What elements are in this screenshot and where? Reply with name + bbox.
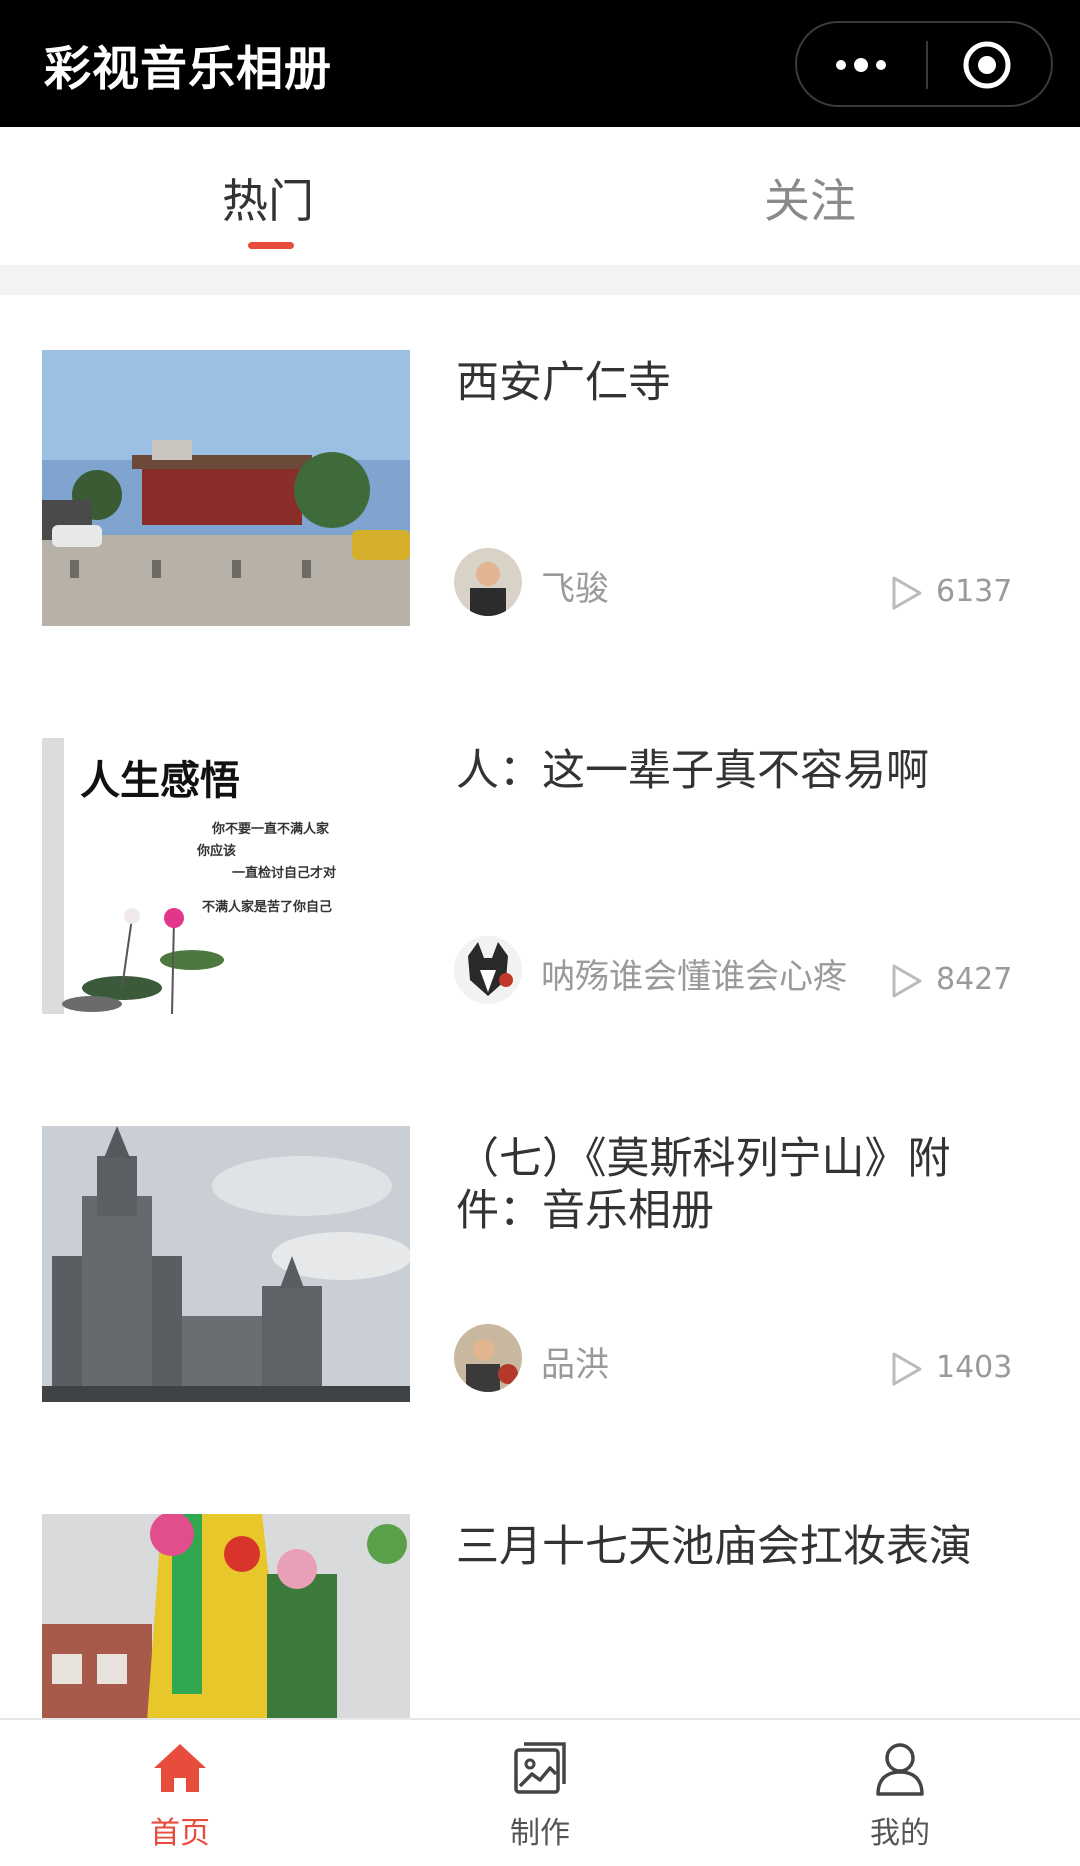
nav-create[interactable]: 制作 xyxy=(440,1720,640,1866)
author-name[interactable]: 呐殇谁会懂谁会心疼 xyxy=(541,949,847,998)
album-thumbnail[interactable] xyxy=(42,1514,410,1720)
author-name[interactable]: 品洪 xyxy=(541,1337,609,1386)
album-title[interactable]: （七）《莫斯科列宁山》附件：音乐相册 xyxy=(456,1133,1016,1237)
album-title[interactable]: 人：这一辈子真不容易啊 xyxy=(456,745,1016,797)
author-name[interactable]: 飞骏 xyxy=(541,561,609,610)
author-avatar[interactable] xyxy=(454,548,522,616)
user-icon xyxy=(876,1743,924,1796)
album-thumbnail[interactable] xyxy=(42,1126,410,1402)
play-count-icon xyxy=(892,964,922,998)
thumbnail-line: 你应该 xyxy=(197,844,237,859)
more-icon[interactable] xyxy=(831,51,891,79)
nav-me-label: 我的 xyxy=(870,1816,930,1851)
active-tab-indicator xyxy=(248,242,294,249)
album-card[interactable]: 西安广仁寺 飞骏 6137 xyxy=(0,295,1080,683)
album-feed[interactable]: 西安广仁寺 飞骏 6137 人生感悟 你不要一直不满人家 你应该 一直检讨自己才… xyxy=(0,295,1080,1720)
play-count: 8427 xyxy=(936,962,1013,997)
album-card[interactable]: 人生感悟 你不要一直不满人家 你应该 一直检讨自己才对 不满人家是苦了你自己 人… xyxy=(0,683,1080,1071)
tab-hot[interactable]: 热门 xyxy=(198,165,338,231)
author-avatar[interactable] xyxy=(454,936,522,1004)
album-card[interactable]: 三月十七天池庙会扛妆表演 xyxy=(0,1459,1080,1720)
play-count: 6137 xyxy=(936,574,1013,609)
album-title[interactable]: 三月十七天池庙会扛妆表演 xyxy=(456,1521,1016,1573)
app-title: 彩视音乐相册 xyxy=(44,42,332,97)
album-title[interactable]: 西安广仁寺 xyxy=(456,357,1016,409)
nav-home-label: 首页 xyxy=(150,1816,210,1851)
tab-follow[interactable]: 关注 xyxy=(740,165,880,231)
play-count: 1403 xyxy=(936,1350,1013,1385)
capsule-divider xyxy=(926,41,928,89)
play-count-icon xyxy=(892,1352,922,1386)
album-thumbnail[interactable]: 人生感悟 你不要一直不满人家 你应该 一直检讨自己才对 不满人家是苦了你自己 xyxy=(42,738,410,1014)
album-card[interactable]: （七）《莫斯科列宁山》附件：音乐相册 品洪 1403 xyxy=(0,1071,1080,1459)
thumbnail-heading: 人生感悟 xyxy=(80,757,240,804)
nav-me[interactable]: 我的 xyxy=(800,1720,1000,1866)
album-thumbnail[interactable] xyxy=(42,350,410,626)
tabs-separator xyxy=(0,265,1080,295)
mini-program-capsule xyxy=(795,21,1053,107)
nav-create-label: 制作 xyxy=(510,1816,570,1851)
play-count-icon xyxy=(892,576,922,610)
thumbnail-line: 你不要一直不满人家 xyxy=(212,822,330,837)
feed-tabs: 热门 关注 xyxy=(0,127,1080,265)
author-avatar[interactable] xyxy=(454,1324,522,1392)
title-bar: 彩视音乐相册 xyxy=(0,0,1080,127)
photo-album-icon xyxy=(514,1742,566,1794)
home-icon xyxy=(154,1744,206,1792)
bottom-tab-bar: 首页 制作 我的 xyxy=(0,1718,1080,1866)
nav-home[interactable]: 首页 xyxy=(80,1720,280,1866)
close-target-icon[interactable] xyxy=(961,39,1013,91)
